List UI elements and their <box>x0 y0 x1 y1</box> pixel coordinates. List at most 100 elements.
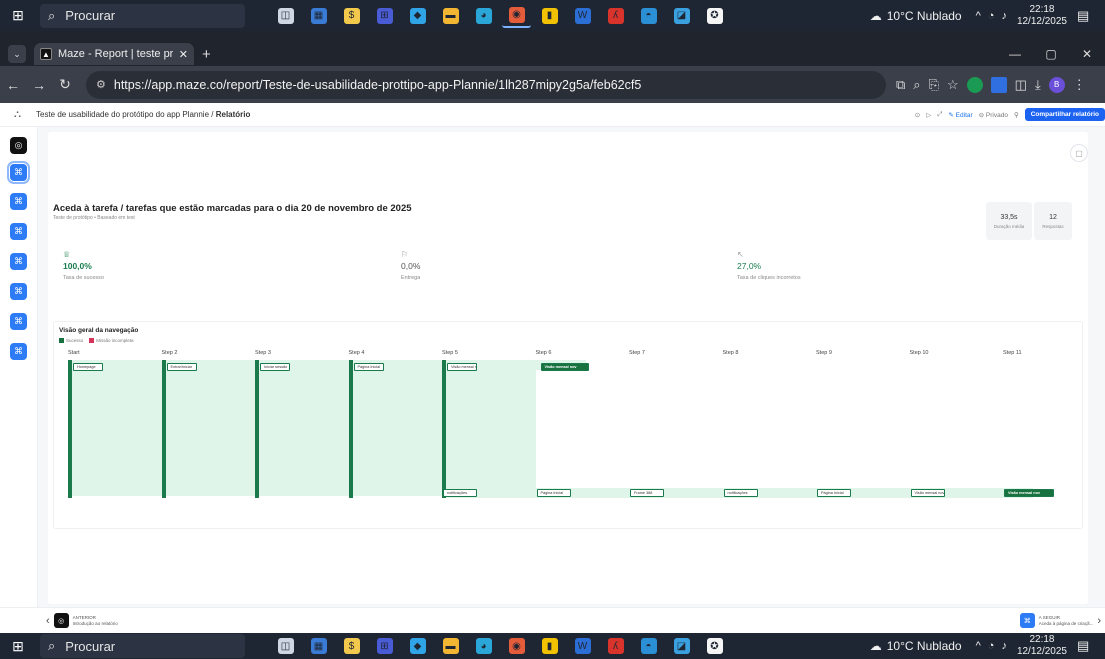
chevron-up-icon[interactable]: ^ <box>976 640 981 652</box>
edge-icon[interactable]: ◕ <box>469 634 498 658</box>
chatgpt-icon[interactable]: ✪ <box>700 634 729 658</box>
play-icon[interactable]: ▷ <box>926 111 931 119</box>
sidebar-task-block-icon[interactable]: ⌘ <box>10 193 27 210</box>
teams-icon[interactable]: ⊞ <box>370 4 399 28</box>
flow-node[interactable]: Visão mensal nov <box>1004 489 1054 497</box>
notification-icon[interactable]: ▤ <box>1077 638 1099 654</box>
forward-arrow-icon[interactable]: → <box>26 77 52 93</box>
close-tab-icon[interactable]: ✕ <box>179 48 188 61</box>
windows-start-icon[interactable]: ⊞ <box>0 633 36 659</box>
sticky-notes-icon[interactable]: ▮ <box>535 634 564 658</box>
breadcrumb-project[interactable]: Teste de usabilidade do protótipo do app… <box>36 110 209 119</box>
tab-search-icon[interactable]: ⌄ <box>8 45 26 63</box>
wifi-icon[interactable]: ◔ <box>988 640 995 652</box>
flow-node[interactable]: Página Inicial <box>817 489 851 497</box>
url-field[interactable]: ⚙ https://app.maze.co/report/Teste-de-us… <box>86 70 886 99</box>
flow-node[interactable]: notificações <box>443 489 477 497</box>
word-icon[interactable]: W <box>568 4 597 28</box>
photos-icon[interactable]: ◪ <box>667 634 696 658</box>
sidebar-task-block-icon[interactable]: ⌘ <box>10 343 27 360</box>
widgets-icon[interactable]: ▦ <box>304 4 333 28</box>
profile-avatar[interactable]: B <box>1048 76 1065 93</box>
zoom-icon[interactable]: ⌕ <box>913 77 920 93</box>
windows-start-icon[interactable]: ⊞ <box>0 0 36 31</box>
wifi-icon[interactable]: ◔ <box>988 10 995 22</box>
reload-icon[interactable]: ↻ <box>52 76 78 93</box>
privacy-toggle[interactable]: ⊖ Privado <box>979 111 1008 119</box>
browser-menu-icon[interactable]: ⋮ <box>1073 77 1086 93</box>
chatgpt-icon[interactable]: ✪ <box>700 4 729 28</box>
browser-icon[interactable]: ◓ <box>634 634 663 658</box>
sitemap-icon[interactable]: ⛬ <box>14 109 28 120</box>
history-icon[interactable]: ⊙ <box>915 111 920 119</box>
sidebar-task-block-icon[interactable]: ⌘ <box>10 223 27 240</box>
sidebar-task-block-icon[interactable]: ⌘ <box>7 161 30 184</box>
translate-icon[interactable]: ⧉ <box>896 77 905 93</box>
acrobat-icon[interactable]: ʎ <box>601 4 630 28</box>
taskbar-search[interactable]: ⌕ Procurar <box>40 634 245 658</box>
stripe-icon[interactable]: $ <box>337 4 366 28</box>
flow-node[interactable]: Visão mensal nov <box>540 363 589 371</box>
extension-green-icon[interactable] <box>966 76 983 93</box>
notification-icon[interactable]: ▤ <box>1077 8 1099 24</box>
flow-node[interactable]: Visão mensal nov <box>447 363 477 371</box>
store-icon[interactable]: ◆ <box>403 4 432 28</box>
task-view-icon[interactable]: ◫ <box>271 4 300 28</box>
cast-icon[interactable]: ⎘ <box>929 77 939 93</box>
flow-node[interactable]: notificações <box>723 489 758 497</box>
share-report-button[interactable]: Compartilhar relatório <box>1024 108 1105 121</box>
minimize-icon[interactable]: — <box>997 42 1033 66</box>
flow-node[interactable]: Página Inicial <box>353 363 384 371</box>
flow-node[interactable]: Visão mensal nov <box>910 489 945 497</box>
file-explorer-icon[interactable]: ▬ <box>436 4 465 28</box>
browser-tab-active[interactable]: ▲ Maze - Report | teste prototipo ✕ <box>34 43 194 65</box>
file-explorer-icon[interactable]: ▬ <box>436 634 465 658</box>
expand-icon[interactable]: ⤢ <box>937 111 942 119</box>
clock[interactable]: 22:18 12/12/2025 <box>1017 634 1067 658</box>
sidebar-task-block-icon[interactable]: ⌘ <box>10 253 27 270</box>
edge-icon[interactable]: ◕ <box>469 4 498 28</box>
chrome-icon[interactable]: ◉ <box>502 634 531 658</box>
sticky-notes-icon[interactable]: ▮ <box>535 4 564 28</box>
sidebar-intro-block-icon[interactable]: ◎ <box>10 137 27 154</box>
sidebar-task-block-icon[interactable]: ⌘ <box>10 283 27 300</box>
comment-icon[interactable]: ▢ <box>1070 144 1088 162</box>
flow-node[interactable]: Entrar/Iniciar <box>166 363 197 371</box>
download-icon[interactable]: ⤓ <box>1035 77 1041 93</box>
task-view-icon[interactable]: ◫ <box>271 634 300 658</box>
bookmark-star-icon[interactable]: ☆ <box>947 77 959 93</box>
previous-block-link[interactable]: ‹ ◎ ANTERIOR Introdução ao relatório <box>46 613 118 628</box>
new-tab-icon[interactable]: + <box>202 46 211 63</box>
extension-blue-icon[interactable] <box>990 76 1007 93</box>
flow-node[interactable]: Iniciar sessão <box>260 363 290 371</box>
flow-node[interactable]: Homepage <box>73 363 103 371</box>
acrobat-icon[interactable]: ʎ <box>601 634 630 658</box>
responses-value: 12 <box>1049 214 1057 221</box>
flow-node[interactable]: Página Inicial <box>536 489 571 497</box>
link-icon[interactable]: ⚲ <box>1014 111 1019 119</box>
chrome-icon[interactable]: ◉ <box>502 4 531 28</box>
teams-icon[interactable]: ⊞ <box>370 634 399 658</box>
weather-widget[interactable]: ☁ 10°C Nublado <box>870 9 962 23</box>
volume-icon[interactable]: ♪ <box>1001 10 1007 22</box>
widgets-icon[interactable]: ▦ <box>304 634 333 658</box>
stripe-icon[interactable]: $ <box>337 634 366 658</box>
taskbar-search[interactable]: ⌕ Procurar <box>40 3 245 28</box>
clock[interactable]: 22:18 12/12/2025 <box>1017 4 1067 28</box>
chevron-up-icon[interactable]: ^ <box>976 10 981 22</box>
next-block-link[interactable]: ⌘ A SEGUIR Aceda à página de criaçã... › <box>1019 613 1101 628</box>
browser-icon[interactable]: ◓ <box>634 4 663 28</box>
volume-icon[interactable]: ♪ <box>1001 640 1007 652</box>
close-window-icon[interactable]: ✕ <box>1069 42 1105 66</box>
store-icon[interactable]: ◆ <box>403 634 432 658</box>
maximize-icon[interactable]: ▢ <box>1033 42 1069 66</box>
photos-icon[interactable]: ◪ <box>667 4 696 28</box>
word-icon[interactable]: W <box>568 634 597 658</box>
weather-widget[interactable]: ☁ 10°C Nublado <box>870 639 962 653</box>
sidebar-task-block-icon[interactable]: ⌘ <box>10 313 27 330</box>
edit-link[interactable]: ✎ Editar <box>948 111 972 119</box>
flow-node[interactable]: Frame 388 <box>630 489 664 497</box>
site-info-icon[interactable]: ⚙ <box>96 78 106 91</box>
back-arrow-icon[interactable]: ← <box>0 77 26 93</box>
extensions-puzzle-icon[interactable]: ◫ <box>1015 77 1027 93</box>
